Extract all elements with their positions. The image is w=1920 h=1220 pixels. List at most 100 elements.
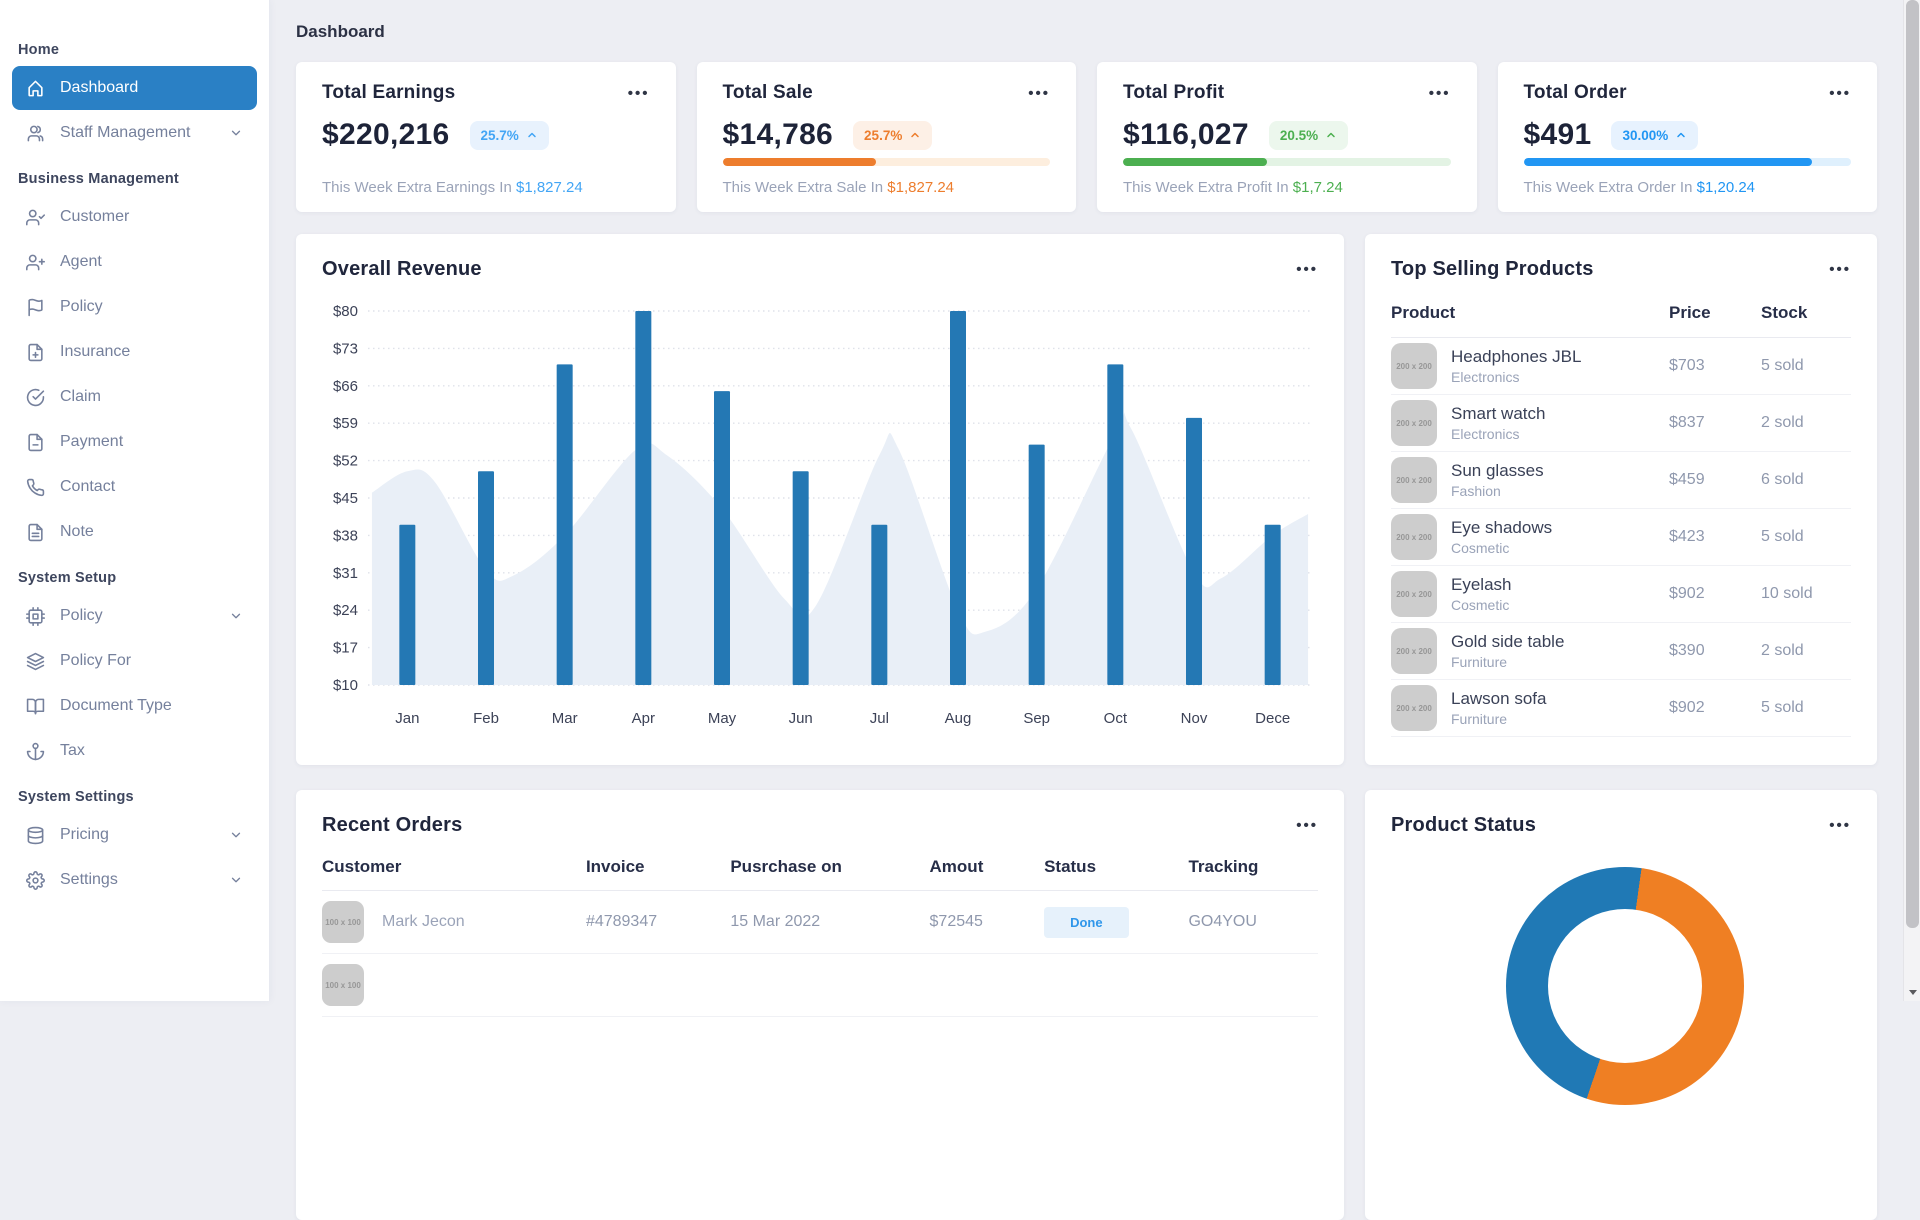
product-status-donut-chart [1506,867,1744,1105]
file-text-icon [28,523,43,541]
product-name: Sun glasses [1451,460,1544,480]
layers-icon [26,652,45,670]
page-title: Dashboard [296,22,385,41]
column-header-tracking: Tracking [1188,857,1259,876]
trend-badge: 30.00% [1611,120,1699,150]
card-menu-button[interactable]: ••• [1829,82,1851,105]
anchor-icon [26,742,45,760]
svg-text:Jan: Jan [395,710,419,727]
sidebar-item-label: Dashboard [60,79,139,96]
card-menu-button[interactable]: ••• [1028,82,1050,105]
column-header-invoice: Invoice [585,857,645,876]
sidebar-item-policy-for[interactable]: Policy For [12,639,257,683]
sidebar: Home Dashboard Staff Management Business Ma… [0,0,270,1001]
stat-subtext: This Week Extra Order In $1,20.24 [1524,179,1852,196]
stat-card-total-profit: Total Profit ••• $116,027 20.5% This Wee… [1097,62,1477,212]
table-row: 200 x 200 Smart watch Electronics $837 2 sol… [1391,395,1851,452]
panel-title: Recent Orders [322,814,463,836]
stat-card-title: Total Sale [722,82,813,103]
order-purchase-date: 15 Mar 2022 [730,913,821,930]
svg-text:Aug: Aug [945,710,972,727]
stat-subtext: This Week Extra Sale In $1,827.24 [723,179,1051,196]
product-price: $459 [1669,471,1705,488]
sidebar-item-label: Pricing [60,826,109,843]
stat-value: $116,027 [1123,118,1249,151]
sidebar-item-settings[interactable]: Settings [12,858,257,902]
stat-subtext-label: This Week Extra Profit In [1123,179,1289,196]
product-image-placeholder: 200 x 200 [1391,343,1437,389]
orders-table-body: 100 x 100 Mark Jecon #4789347 15 Mar 2022 $7… [322,891,1318,1017]
sidebar-item-contact[interactable]: Contact [12,465,257,509]
svg-text:Sep: Sep [1023,710,1050,727]
product-image-placeholder: 200 x 200 [1391,628,1437,674]
gear-icon [26,870,45,890]
sidebar-item-pricing[interactable]: Pricing [12,813,257,857]
chevron-down-icon [231,877,241,883]
sidebar-item-payment[interactable]: Payment [12,420,257,464]
panel-menu-button[interactable]: ••• [1829,258,1851,281]
trend-badge-value: 25.7% [480,127,519,143]
panel-menu-button[interactable]: ••• [1829,814,1851,837]
svg-text:$31: $31 [333,565,358,582]
chevron-down-icon [231,613,241,619]
sidebar-item-customer[interactable]: Customer [12,195,257,239]
product-price: $390 [1669,642,1705,659]
sidebar-item-label: Policy [60,298,103,315]
sidebar-item-staff-management[interactable]: Staff Management [12,111,257,155]
panel-menu-button[interactable]: ••• [1296,258,1318,281]
sidebar-item-document-type[interactable]: Document Type [12,684,257,728]
progress-bar [1523,158,1851,166]
svg-text:$45: $45 [333,490,358,507]
product-stock: 6 sold [1761,471,1804,488]
sidebar-item-label: Note [60,523,94,540]
panel-title: Overall Revenue [322,258,482,280]
scrollbar-down-button[interactable] [1904,984,1920,1001]
sidebar-item-policy[interactable]: Policy [12,594,257,638]
table-row: 200 x 200 Eye shadows Cosmetic $423 5 sold [1391,509,1851,566]
product-image-placeholder: 200 x 200 [1391,514,1437,560]
chevron-down-icon [231,832,241,838]
file-minus-icon [28,433,43,451]
scrollbar[interactable] [1903,0,1920,1001]
sidebar-item-label: Agent [60,253,102,270]
sidebar-item-insurance[interactable]: Insurance [12,330,257,374]
scrollbar-thumb[interactable] [1906,0,1919,928]
trend-badge-value: 25.7% [864,127,903,143]
sidebar-item-tax[interactable]: Tax [12,729,257,773]
trend-badge-value: 30.00% [1622,127,1669,143]
column-header-status: Status [1044,857,1097,876]
svg-text:$66: $66 [333,378,358,395]
order-tracking: GO4YOU [1188,913,1257,930]
stat-card-total-earnings: Total Earnings ••• $220,216 25.7% This W… [296,62,676,212]
table-row: 200 x 200 Headphones JBL Electronics $703 5 … [1391,338,1851,395]
chevron-up-icon [1327,132,1335,138]
sidebar-item-note[interactable]: Note [12,510,257,554]
sidebar-section-label: System Settings [18,789,134,805]
product-stock: 5 sold [1761,528,1804,545]
product-price: $423 [1669,528,1705,545]
card-menu-button[interactable]: ••• [1429,82,1451,105]
table-row: 200 x 200 Eyelash Cosmetic $902 10 sold [1391,566,1851,623]
sidebar-item-dashboard[interactable]: Dashboard [12,66,257,110]
stat-amount: $1,827.24 [515,179,583,196]
card-menu-button[interactable]: ••• [628,82,650,105]
file-plus-icon [28,343,43,361]
product-price: $902 [1669,699,1705,716]
sidebar-item-agent[interactable]: Agent [12,240,257,284]
stat-subtext: This Week Extra Profit In $1,7.24 [1123,179,1451,196]
chevron-down-icon [231,130,241,136]
sidebar-item-claim[interactable]: Claim [12,375,257,419]
table-row: 200 x 200 Gold side table Furniture $390 2 s… [1391,623,1851,680]
product-status-panel: Product Status ••• [1365,790,1877,1220]
svg-text:May: May [708,710,737,727]
product-image-placeholder: 200 x 200 [1391,400,1437,446]
product-image-placeholder: 200 x 200 [1391,457,1437,503]
database-icon [27,826,44,844]
svg-text:$10: $10 [333,677,358,694]
panel-menu-button[interactable]: ••• [1296,814,1318,837]
sidebar-item-policy[interactable]: Policy [12,285,257,329]
revenue-bar-chart: $80 $73 $66 $59 $52 $45 $38 $31 $24 $17 $10 Jan Feb M… [333,303,1312,727]
product-stock: 2 sold [1761,414,1804,431]
svg-text:$73: $73 [333,340,358,357]
phone-icon [26,478,45,496]
